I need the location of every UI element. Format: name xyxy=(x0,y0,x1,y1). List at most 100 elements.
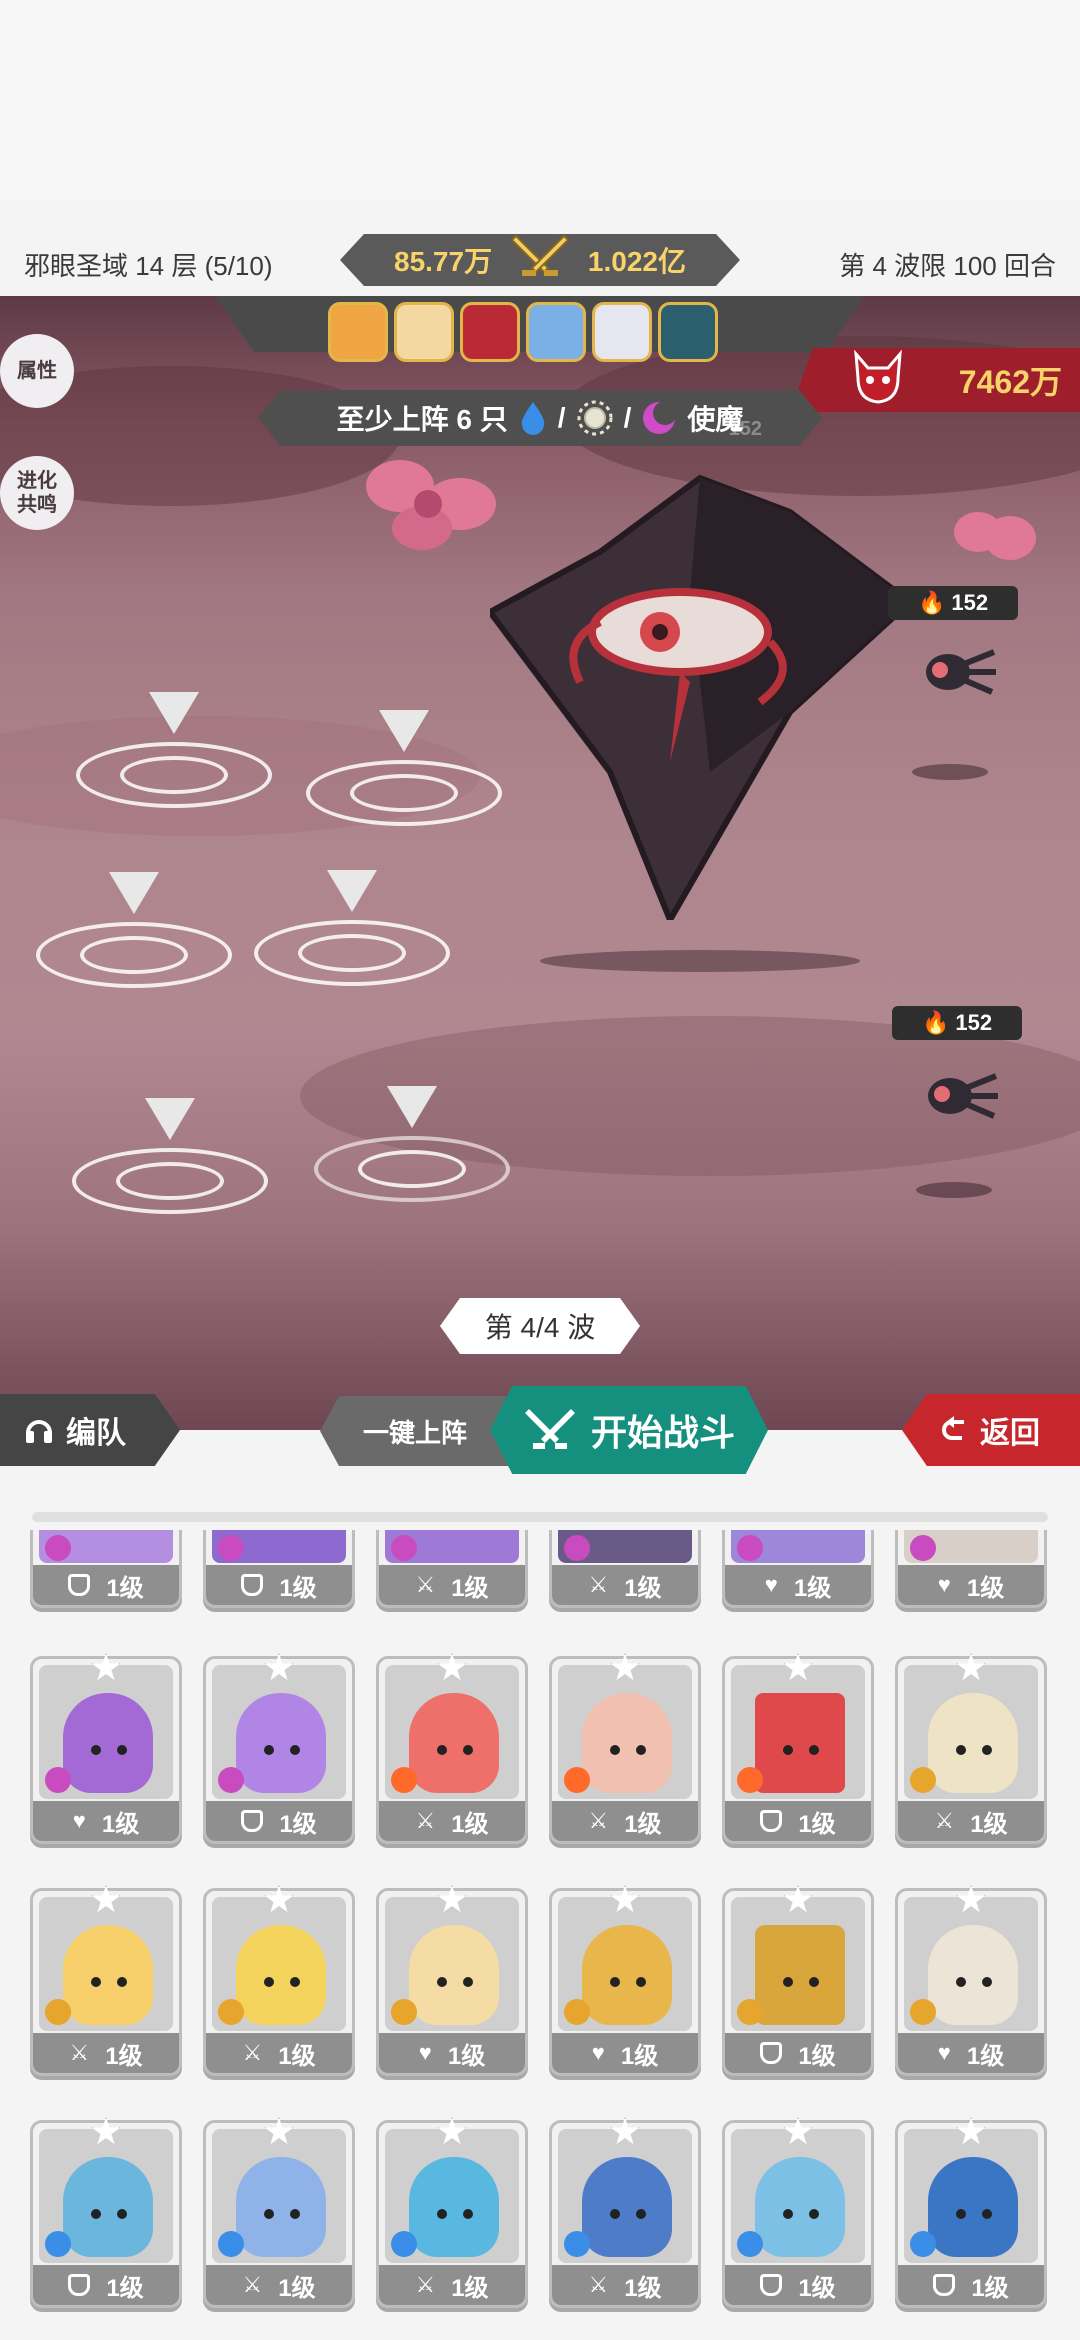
unit-level: 1级 xyxy=(966,2042,1005,2070)
enemy-level-badge-2: 🔥 152 xyxy=(892,1006,1022,1040)
hero-portrait-6[interactable] xyxy=(658,302,718,362)
unit-card[interactable]: ⚔ 1级 xyxy=(30,1885,182,2076)
shield-icon xyxy=(68,1574,91,1596)
unit-level: 1级 xyxy=(624,1810,662,1838)
power-right: 1.022亿 xyxy=(587,246,686,277)
unit-card[interactable]: ♥ 1级 xyxy=(30,1653,182,1844)
hero-portrait-4[interactable] xyxy=(526,302,586,362)
dark-spirit-enemy-1[interactable] xyxy=(918,642,998,700)
unit-level: 1级 xyxy=(624,1574,662,1602)
heart-icon: ♥ xyxy=(591,2040,605,2065)
unit-card[interactable]: ⚔ 1级 xyxy=(376,1653,528,1844)
heart-icon: ♥ xyxy=(418,2040,432,2065)
hero-portrait-1[interactable] xyxy=(328,302,388,362)
unit-level: 1级 xyxy=(798,2274,836,2302)
wave-indicator: 第 4/4 波 xyxy=(440,1298,640,1354)
slot-marker-icon xyxy=(379,710,429,752)
formation-slot[interactable] xyxy=(36,872,232,988)
unit-card[interactable]: ♥ 1级 xyxy=(376,1885,528,2076)
unit-level: 1级 xyxy=(793,1574,832,1602)
slot-marker-icon xyxy=(145,1098,195,1140)
unit-card[interactable]: ⚔ 1级 xyxy=(203,2117,355,2308)
unit-card[interactable]: ♥ 1级 xyxy=(549,1885,701,2076)
hero-portrait-2[interactable] xyxy=(394,302,454,362)
unit-level: 1级 xyxy=(798,2042,836,2070)
unit-card[interactable]: ⚔ 1级 xyxy=(549,1530,701,1608)
shield-icon xyxy=(933,2274,956,2296)
unit-level: 1级 xyxy=(278,2274,316,2302)
unit-card[interactable]: 1级 xyxy=(722,1885,874,2076)
unit-card[interactable]: ♥ 1级 xyxy=(722,1530,874,1608)
unit-card[interactable]: ⚔ 1级 xyxy=(549,1653,701,1844)
power-left: 85.77万 xyxy=(394,246,493,277)
formation-slot[interactable] xyxy=(76,692,272,808)
unit-level: 1级 xyxy=(971,2274,1009,2302)
unit-card[interactable]: 1级 xyxy=(722,2117,874,2308)
hero-portraits[interactable] xyxy=(328,302,718,362)
unit-card[interactable]: ⚔ 1级 xyxy=(895,1653,1047,1844)
sword-icon: ⚔ xyxy=(588,1572,609,1597)
unit-level: 1级 xyxy=(101,1810,140,1838)
roster-scroll-indicator[interactable] xyxy=(32,1512,1048,1522)
unit-level: 1级 xyxy=(966,1574,1005,1602)
stage-status-bar: 邪眼圣域 14 层 (5/10) 85.77万 1.022亿 第 4 波限 10… xyxy=(0,232,1080,296)
evolve-resonance-button[interactable]: 进化 共鸣 xyxy=(0,456,74,530)
shield-icon xyxy=(760,2042,783,2064)
unit-card[interactable]: ⚔ 1级 xyxy=(203,1885,355,2076)
start-battle-label: 开始战斗 xyxy=(590,1412,735,1453)
unit-card[interactable]: 1级 xyxy=(203,1653,355,1844)
hero-portrait-3[interactable] xyxy=(460,302,520,362)
shield-icon xyxy=(68,2274,91,2296)
unit-card[interactable]: 1级 xyxy=(722,1653,874,1844)
unit-card[interactable]: ⚔ 1级 xyxy=(376,1530,528,1608)
unit-card[interactable]: 1级 xyxy=(30,2117,182,2308)
unit-card[interactable]: 1级 xyxy=(203,1530,355,1608)
formation-slot[interactable] xyxy=(314,1086,510,1202)
unit-level: 1级 xyxy=(798,1810,836,1838)
unit-level: 1级 xyxy=(279,1810,317,1838)
formation-slot[interactable] xyxy=(306,710,502,826)
unit-card[interactable]: ♥ 1级 xyxy=(895,1885,1047,2076)
unit-roster: 1级 1级 ⚔ 1级 ⚔ 1级 ♥ 1级 ♥ 1级 ♥ 1级 1级 ⚔ 1级 ⚔ 1级 1级 … xyxy=(0,1530,1080,2340)
unit-level: 1级 xyxy=(105,2042,143,2070)
unit-card[interactable]: 1级 xyxy=(895,2117,1047,2308)
dark-moon-icon xyxy=(643,401,678,434)
team-button[interactable]: 编队 xyxy=(0,1394,180,1466)
enemy-power-badge: 7462万 xyxy=(790,348,1080,412)
headset-icon xyxy=(26,1420,52,1443)
power-compare: 85.77万 1.022亿 xyxy=(340,234,740,286)
water-drop-icon xyxy=(521,402,545,435)
unit-card[interactable]: ⚔ 1级 xyxy=(376,2117,528,2308)
unit-level: 1级 xyxy=(451,1810,489,1838)
team-label: 编队 xyxy=(66,1417,126,1450)
unit-level: 1级 xyxy=(624,2274,662,2302)
formation-slot[interactable] xyxy=(72,1098,268,1214)
return-arrow-icon xyxy=(942,1416,964,1440)
faint-level-ghost: 152 xyxy=(728,418,762,440)
auto-deploy-button[interactable]: 一键上阵 xyxy=(320,1396,510,1466)
back-button[interactable]: 返回 xyxy=(902,1394,1080,1466)
battle-controls: 编队 一键上阵 开始战斗 返回 xyxy=(0,1386,1080,1480)
battle-scene: 7462万 至少上阵 6 只 / / 使魔 152 属性 进化 共鸣 🔥 152 … xyxy=(0,296,1080,1430)
enemy-level-2: 152 xyxy=(955,1010,993,1035)
sword-icon: ⚔ xyxy=(415,1572,436,1597)
pink-flower-decor xyxy=(366,460,496,550)
slot-marker-icon xyxy=(327,870,377,912)
unit-card[interactable]: ⚔ 1级 xyxy=(549,2117,701,2308)
attribute-label: 属性 xyxy=(17,360,57,382)
unit-level: 1级 xyxy=(106,2274,144,2302)
hero-portrait-5[interactable] xyxy=(592,302,652,362)
unit-card[interactable]: 1级 xyxy=(30,1530,182,1608)
unit-card[interactable]: ♥ 1级 xyxy=(895,1530,1047,1608)
sword-icon: ⚔ xyxy=(415,1808,436,1833)
start-battle-button[interactable]: 开始战斗 xyxy=(490,1386,768,1474)
dark-spirit-enemy-2[interactable] xyxy=(920,1066,1000,1124)
shield-icon xyxy=(760,1810,783,1832)
unit-level: 1级 xyxy=(451,1574,489,1602)
formation-slot[interactable] xyxy=(254,870,450,986)
evil-eye-boss[interactable] xyxy=(490,472,910,920)
slot-marker-icon xyxy=(109,872,159,914)
attribute-button[interactable]: 属性 xyxy=(0,334,74,408)
wave-limit: 第 4 波限 100 回合 xyxy=(839,250,1056,281)
pink-flower-decor-right xyxy=(954,512,1036,560)
